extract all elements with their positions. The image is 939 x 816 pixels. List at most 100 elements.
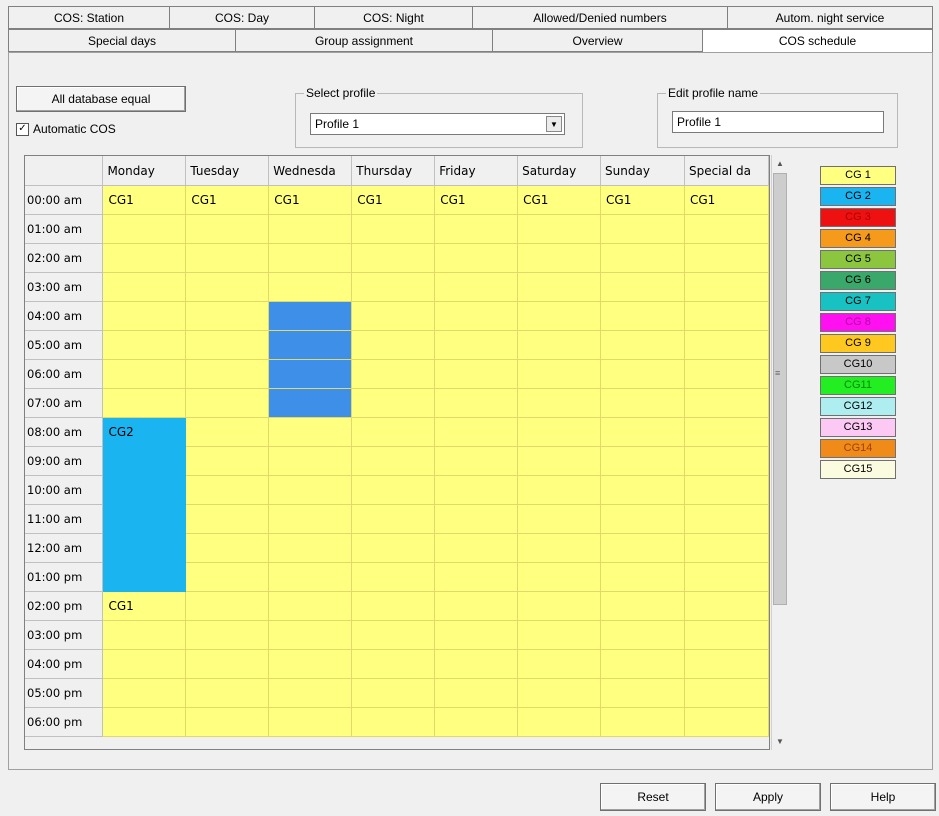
- tab-autom-night-service[interactable]: Autom. night service: [727, 6, 933, 29]
- schedule-cell[interactable]: [268, 533, 353, 563]
- help-button[interactable]: Help: [830, 783, 936, 811]
- tab-overview[interactable]: Overview: [492, 29, 702, 52]
- schedule-cell[interactable]: [517, 707, 602, 737]
- schedule-cell[interactable]: [185, 446, 270, 476]
- schedule-cell[interactable]: [517, 504, 602, 534]
- schedule-cell[interactable]: [600, 562, 685, 592]
- schedule-cell[interactable]: [434, 359, 519, 389]
- schedule-cell[interactable]: [351, 678, 436, 708]
- schedule-cell[interactable]: [600, 417, 685, 447]
- schedule-cell[interactable]: [517, 301, 602, 331]
- legend-item-cg13[interactable]: CG13: [820, 418, 896, 437]
- schedule-cell[interactable]: [600, 301, 685, 331]
- tab-cos-station[interactable]: COS: Station: [8, 6, 169, 29]
- tab-cos-day[interactable]: COS: Day: [169, 6, 314, 29]
- schedule-cell[interactable]: [185, 591, 270, 621]
- schedule-cell[interactable]: CG1: [684, 185, 769, 215]
- schedule-cell[interactable]: [600, 707, 685, 737]
- scroll-down-arrow-icon[interactable]: ▼: [772, 733, 788, 750]
- schedule-cell[interactable]: [517, 214, 602, 244]
- schedule-cell[interactable]: [351, 504, 436, 534]
- schedule-cell[interactable]: [600, 620, 685, 650]
- schedule-cell[interactable]: [102, 475, 187, 505]
- schedule-cell[interactable]: [684, 359, 769, 389]
- schedule-cell[interactable]: [434, 678, 519, 708]
- schedule-cell[interactable]: [351, 562, 436, 592]
- schedule-cell[interactable]: [684, 301, 769, 331]
- schedule-cell[interactable]: [517, 243, 602, 273]
- schedule-cell[interactable]: [684, 649, 769, 679]
- schedule-cell[interactable]: [351, 272, 436, 302]
- legend-item-cg12[interactable]: CG12: [820, 397, 896, 416]
- schedule-cell[interactable]: [517, 620, 602, 650]
- legend-item-cg14[interactable]: CG14: [820, 439, 896, 458]
- schedule-cell[interactable]: [517, 446, 602, 476]
- schedule-cell[interactable]: [684, 678, 769, 708]
- select-profile-combobox[interactable]: Profile 1 ▼: [310, 113, 565, 135]
- tab-cos-night[interactable]: COS: Night: [314, 6, 472, 29]
- schedule-cell[interactable]: [434, 504, 519, 534]
- schedule-cell[interactable]: [185, 707, 270, 737]
- schedule-cell[interactable]: [517, 533, 602, 563]
- schedule-cell[interactable]: [185, 417, 270, 447]
- schedule-cell[interactable]: [102, 678, 187, 708]
- apply-button[interactable]: Apply: [715, 783, 821, 811]
- tab-special-days[interactable]: Special days: [8, 29, 235, 52]
- chevron-down-icon[interactable]: ▼: [546, 116, 562, 132]
- schedule-cell[interactable]: [185, 330, 270, 360]
- schedule-cell[interactable]: [517, 272, 602, 302]
- tab-cos-schedule[interactable]: COS schedule: [702, 29, 933, 52]
- schedule-cell[interactable]: [434, 475, 519, 505]
- schedule-cell[interactable]: [600, 533, 685, 563]
- schedule-cell[interactable]: [684, 388, 769, 418]
- schedule-cell[interactable]: [102, 359, 187, 389]
- schedule-cell[interactable]: CG2: [102, 417, 187, 447]
- schedule-cell[interactable]: [185, 620, 270, 650]
- schedule-cell[interactable]: [684, 243, 769, 273]
- grid-vertical-scrollbar[interactable]: ▲ ≡ ▼: [771, 155, 788, 750]
- edit-profile-name-field[interactable]: Profile 1: [672, 111, 884, 133]
- schedule-cell[interactable]: [600, 359, 685, 389]
- legend-item-cg10[interactable]: CG10: [820, 355, 896, 374]
- schedule-cell[interactable]: [268, 591, 353, 621]
- schedule-cell[interactable]: [684, 620, 769, 650]
- schedule-cell[interactable]: [600, 649, 685, 679]
- schedule-cell[interactable]: [268, 562, 353, 592]
- schedule-cell[interactable]: [102, 301, 187, 331]
- legend-item-cg2[interactable]: CG 2: [820, 187, 896, 206]
- legend-item-cg6[interactable]: CG 6: [820, 271, 896, 290]
- schedule-cell[interactable]: [268, 620, 353, 650]
- schedule-cell[interactable]: [351, 388, 436, 418]
- tab-allowed-denied[interactable]: Allowed/Denied numbers: [472, 6, 727, 29]
- schedule-cell[interactable]: [600, 388, 685, 418]
- schedule-cell[interactable]: [185, 388, 270, 418]
- schedule-cell[interactable]: [185, 678, 270, 708]
- schedule-cell[interactable]: [185, 301, 270, 331]
- schedule-cell[interactable]: [434, 562, 519, 592]
- schedule-cell[interactable]: [517, 388, 602, 418]
- schedule-cell[interactable]: [684, 475, 769, 505]
- schedule-cell[interactable]: [102, 533, 187, 563]
- schedule-cell[interactable]: [102, 272, 187, 302]
- schedule-cell[interactable]: [684, 330, 769, 360]
- legend-item-cg3[interactable]: CG 3: [820, 208, 896, 227]
- schedule-cell[interactable]: [517, 678, 602, 708]
- schedule-cell[interactable]: [102, 388, 187, 418]
- legend-item-cg15[interactable]: CG15: [820, 460, 896, 479]
- schedule-cell[interactable]: [434, 272, 519, 302]
- schedule-cell[interactable]: [185, 243, 270, 273]
- schedule-cell[interactable]: [185, 475, 270, 505]
- schedule-cell[interactable]: [185, 272, 270, 302]
- schedule-cell[interactable]: [434, 214, 519, 244]
- reset-button[interactable]: Reset: [600, 783, 706, 811]
- schedule-cell[interactable]: [102, 330, 187, 360]
- schedule-cell[interactable]: [185, 359, 270, 389]
- schedule-cell[interactable]: [268, 214, 353, 244]
- schedule-cell[interactable]: [600, 330, 685, 360]
- schedule-cell[interactable]: [185, 533, 270, 563]
- schedule-cell[interactable]: [600, 272, 685, 302]
- schedule-cell[interactable]: [268, 388, 353, 418]
- schedule-cell[interactable]: [517, 475, 602, 505]
- schedule-cell[interactable]: [684, 504, 769, 534]
- schedule-cell[interactable]: [268, 359, 353, 389]
